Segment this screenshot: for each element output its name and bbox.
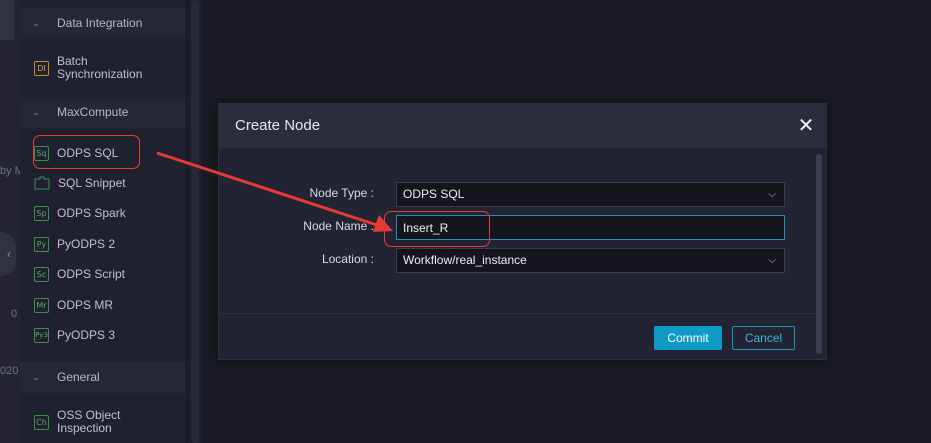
- screen: by M ‹ 0 020 ⌄ Data Integration DI Batch…: [0, 0, 931, 443]
- annotation-arrow: [156, 151, 393, 232]
